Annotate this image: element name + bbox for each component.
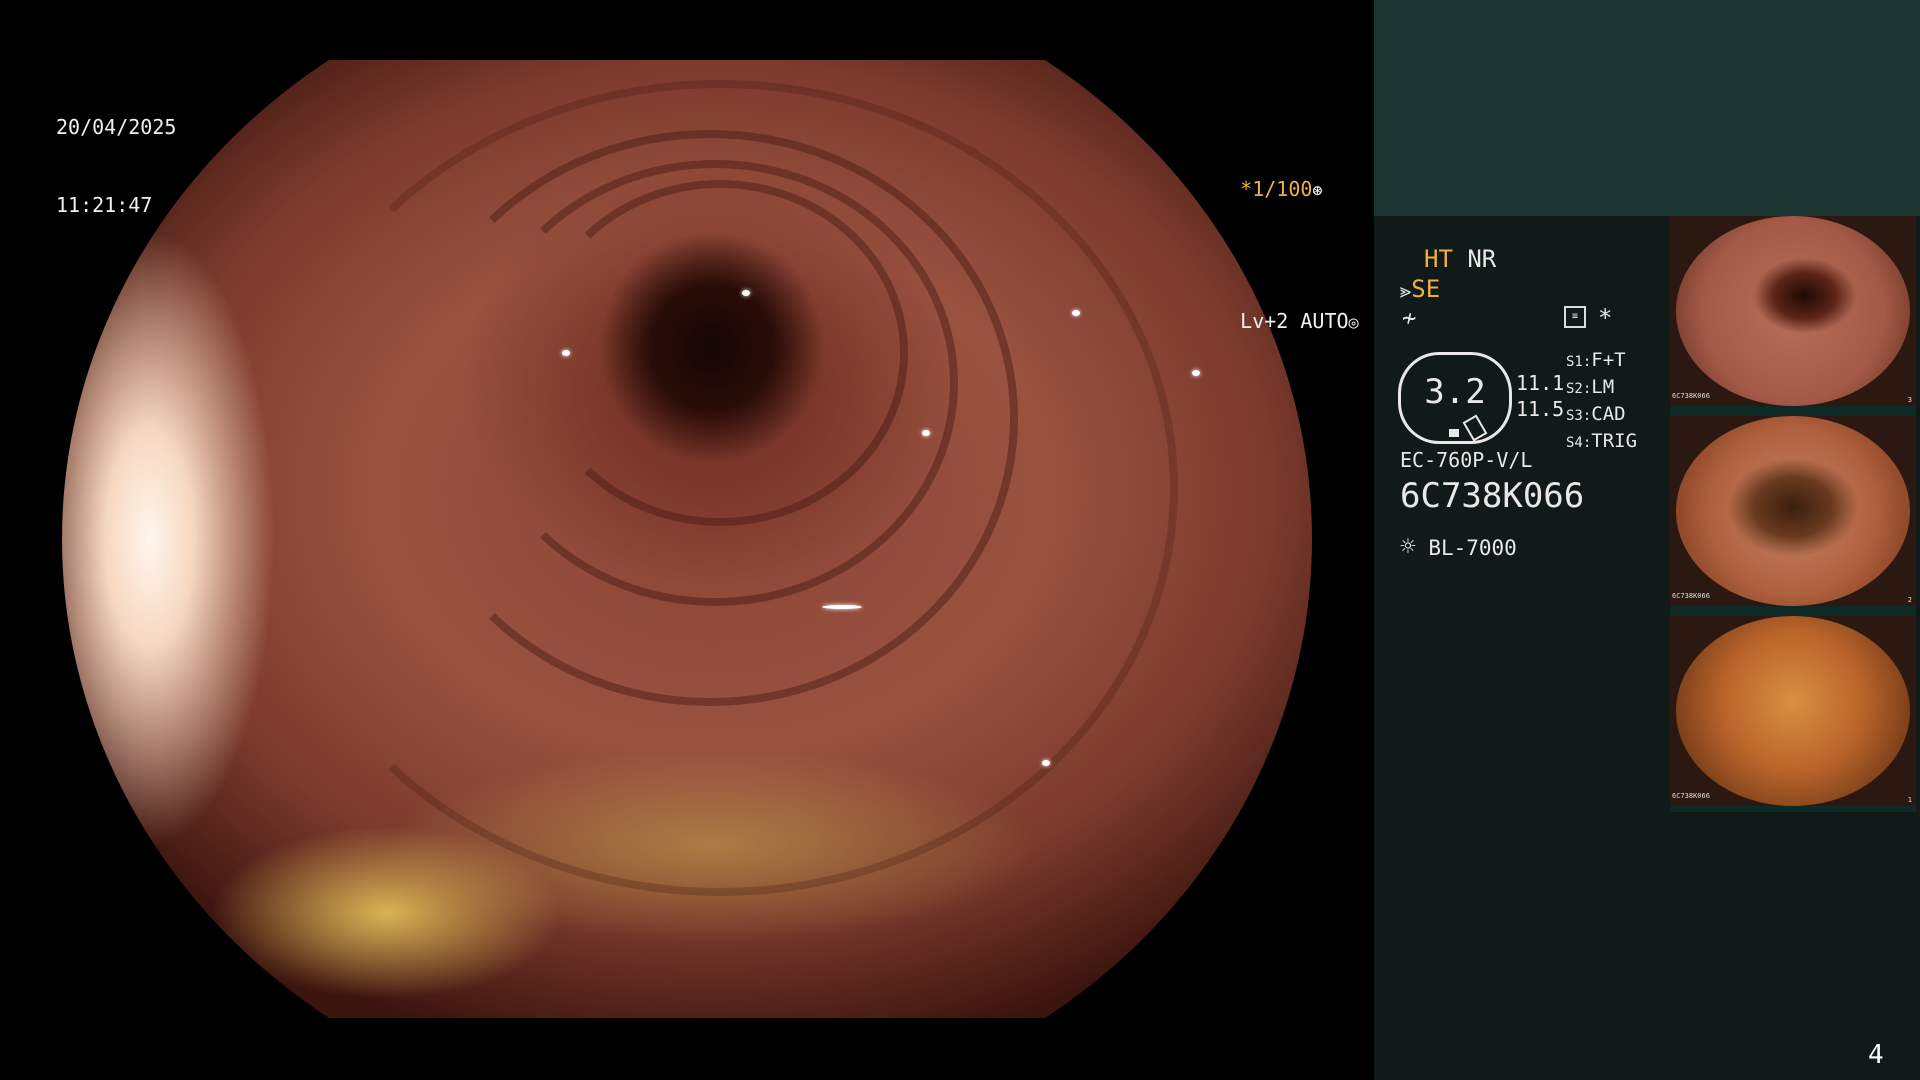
light-reflection [1072, 310, 1080, 316]
zoom-indicator: 3.2 [1398, 352, 1512, 444]
capture-thumbnail[interactable]: 6C738K066 1 [1670, 616, 1916, 806]
preset-item: S4:TRIG [1566, 430, 1638, 452]
light-source-row: ☼ BL-7000 [1400, 532, 1517, 562]
preset-item: S2:LM [1566, 376, 1615, 398]
scope-values: 11.1 11.5 [1516, 370, 1564, 422]
thumbnail-serial: 6C738K066 [1672, 392, 1710, 400]
time-text: 11:21:47 [56, 193, 153, 217]
thumbnail-bar [1670, 806, 1916, 812]
value-1: 11.1 [1516, 371, 1565, 395]
preset-switches: S1:F+T S2:LM S3:CAD S4:TRIG [1566, 348, 1637, 456]
light-reflection [742, 290, 750, 296]
thumbnail-serial: 6C738K066 [1672, 792, 1710, 800]
zoom-value: 3.2 [1424, 372, 1486, 412]
scope-model: EC-760P-V/L [1400, 448, 1533, 472]
asterisk-mark: * [1598, 304, 1613, 332]
shutter-gear-icon: ⊛ [1312, 181, 1323, 201]
mucosal-fold [262, 80, 1178, 896]
se-label: SE [1411, 275, 1441, 303]
thumbnail-bar [1670, 606, 1916, 616]
ht-label: HT [1424, 245, 1453, 273]
thumbnail-image [1676, 216, 1910, 406]
light-source-text: BL-7000 [1428, 536, 1517, 560]
endoscopic-image [62, 60, 1312, 1018]
light-reflection [922, 430, 930, 436]
thumbnail-image [1676, 416, 1910, 606]
se-indicator: ⪢SE [1400, 274, 1440, 305]
date-time-display: 20/04/2025 11:21:47 [56, 62, 176, 244]
flash-off-icon: ≁ [1402, 304, 1417, 332]
light-reflection [562, 350, 570, 356]
date-text: 20/04/2025 [56, 115, 177, 139]
scope-serial: 6C738K066 [1400, 476, 1585, 516]
thumbnail-image [1676, 616, 1910, 806]
light-reflection [1042, 760, 1050, 766]
page-number: 4 [1868, 1040, 1884, 1070]
preset-item: S3:CAD [1566, 403, 1626, 425]
thumbnail-number: 3 [1907, 396, 1912, 404]
thumbnail-serial: 6C738K066 [1672, 592, 1710, 600]
level-text: Lv+2 AUTO [1240, 309, 1349, 333]
shutter-speed-text: *1/100 [1240, 177, 1313, 201]
mode-indicators: HT NR [1424, 244, 1496, 274]
auto-iris-icon: ◎ [1348, 313, 1359, 333]
thumbnail-number: 2 [1907, 596, 1912, 604]
exposure-display: *1/100⊛ Lv+2 AUTO◎ [1192, 98, 1359, 388]
settings-menu-icon[interactable]: ≡ [1564, 306, 1586, 328]
light-source-icon: ☼ [1400, 532, 1416, 562]
thumbnail-number: 1 [1907, 796, 1912, 804]
panel-header-area [1374, 0, 1920, 216]
structure-enhancement-icon: ⪢ [1400, 278, 1412, 302]
preset-item: S1:F+T [1566, 349, 1626, 371]
capture-thumbnail[interactable]: 6C738K066 2 [1670, 416, 1916, 606]
capture-thumbnail[interactable]: 6C738K066 3 [1670, 216, 1916, 406]
nr-label: NR [1467, 245, 1497, 273]
thumbnail-bar [1670, 406, 1916, 416]
zoom-marker-icon [1449, 429, 1459, 437]
value-2: 11.5 [1516, 397, 1565, 421]
light-reflection [822, 605, 862, 609]
